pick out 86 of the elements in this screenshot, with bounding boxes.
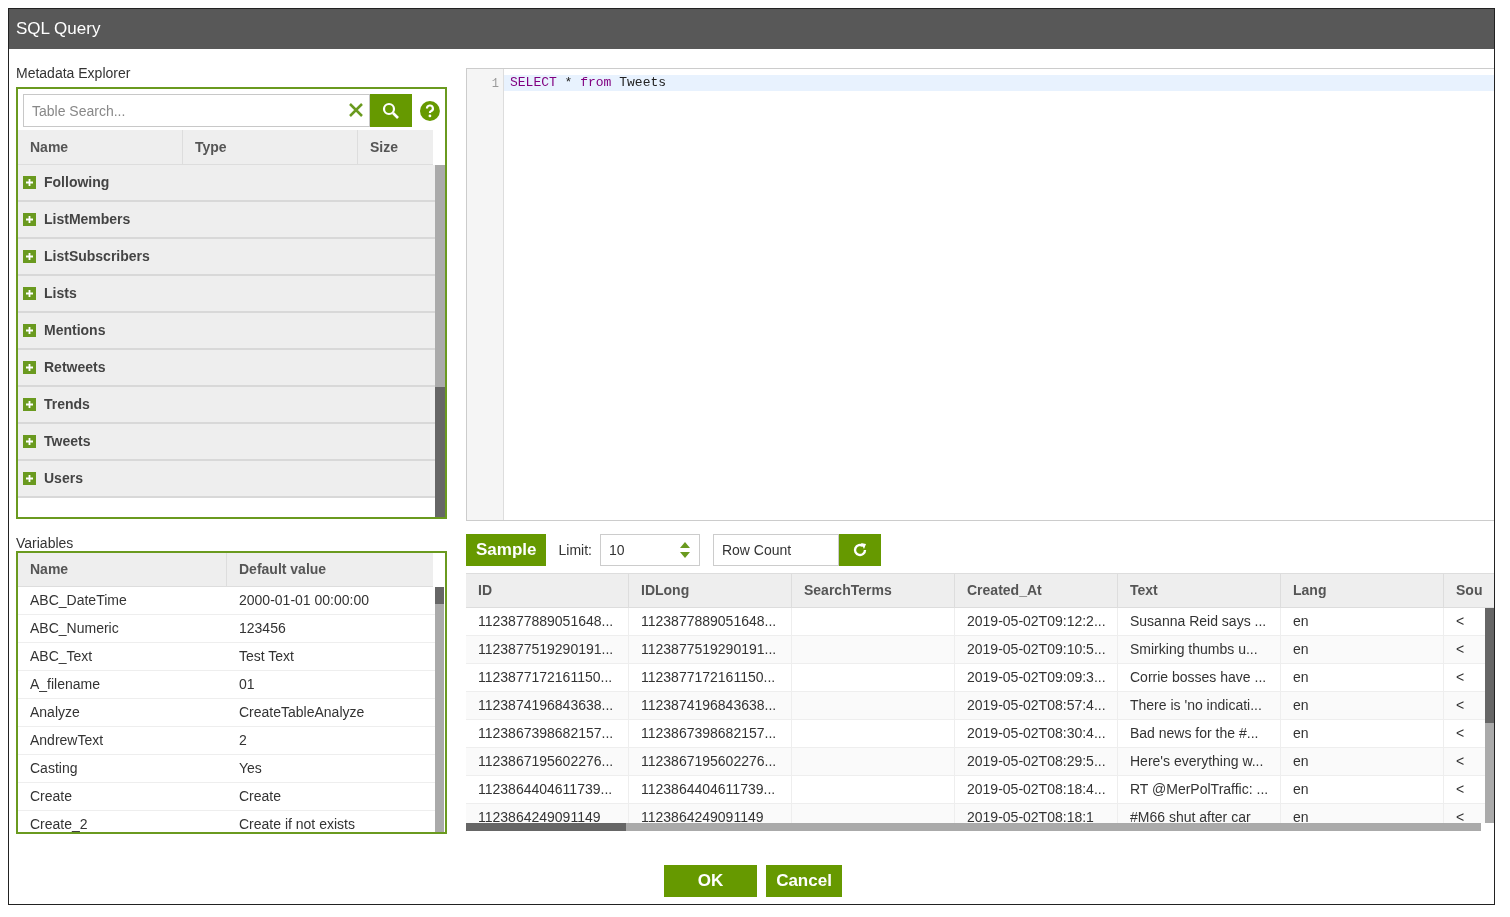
- table-cell: 1123867195602276...: [466, 747, 629, 776]
- cancel-button[interactable]: Cancel: [766, 865, 842, 897]
- table-cell-text: Analyze: [29, 703, 81, 722]
- column-header[interactable]: Type: [183, 130, 358, 164]
- table-cell: en: [1281, 691, 1444, 720]
- table-cell: 1123877519290191...: [629, 635, 792, 664]
- table-cell: en: [1281, 608, 1444, 636]
- table-cell: 1123877519290191...: [466, 635, 629, 664]
- line-number: 1: [490, 76, 500, 91]
- table-cell-text: 01: [238, 675, 256, 694]
- table-cell-text: CreateTableAnalyze: [238, 703, 366, 722]
- table-cell: There is 'no indicati...: [1118, 691, 1281, 720]
- table-cell: 2019-05-02T09:10:5...: [955, 635, 1118, 664]
- search-field[interactable]: Table Search...: [23, 94, 371, 127]
- table-cell: en: [1281, 635, 1444, 664]
- table-cell-text: AndrewText: [29, 731, 105, 750]
- table-cell: 2019-05-02T08:57:4...: [955, 691, 1118, 720]
- table-cell-text: ABC_DateTime: [29, 591, 128, 610]
- table-cell: Here's everything w...: [1118, 747, 1281, 776]
- table-cell: 1123867398682157...: [629, 719, 792, 748]
- table-cell: 2019-05-02T08:30:4...: [955, 719, 1118, 748]
- table-cell-text: Create_2: [29, 815, 89, 832]
- tree-row[interactable]: Tweets: [18, 424, 435, 461]
- table-cell: Bad news for the #...: [1118, 719, 1281, 748]
- table-cell-text: ABC_Numeric: [29, 619, 120, 638]
- table-cell-text: Create: [238, 787, 283, 806]
- table-cell: en: [1281, 747, 1444, 776]
- table-cell-text: 123456: [238, 619, 287, 638]
- window-title: SQL Query: [16, 18, 101, 41]
- table-cell: Susanna Reid says ...: [1118, 608, 1281, 636]
- code-editor[interactable]: 1 SELECT * from Tweets: [466, 68, 1494, 521]
- table-cell: 1123864404611739...: [466, 775, 629, 804]
- tree-row[interactable]: Lists: [18, 276, 435, 313]
- table-cell-text: 2: [238, 731, 248, 750]
- column-header[interactable]: Name: [18, 553, 227, 586]
- tree-row[interactable]: Retweets: [18, 350, 435, 387]
- table-cell: Smirking thumbs u...: [1118, 635, 1281, 664]
- column-header[interactable]: Text: [1118, 574, 1281, 607]
- column-header[interactable]: ID: [466, 574, 629, 607]
- column-header[interactable]: Created_At: [955, 574, 1118, 607]
- tree-row[interactable]: Users: [18, 461, 435, 498]
- limit-spinner[interactable]: 10: [599, 534, 700, 566]
- section-label: Variables: [16, 534, 75, 551]
- table-cell: 1123867195602276...: [629, 747, 792, 776]
- ok-button[interactable]: OK: [664, 865, 757, 897]
- table-cell: 2019-05-02T09:12:2...: [955, 608, 1118, 636]
- tree-row[interactable]: ListMembers: [18, 202, 435, 239]
- table-cell: 2019-05-02T08:29:5...: [955, 747, 1118, 776]
- table-cell: 2019-05-02T08:18:4...: [955, 775, 1118, 804]
- table-cell: 1123877889051648...: [629, 608, 792, 636]
- tree-row[interactable]: Trends: [18, 387, 435, 424]
- table-cell: 1123877889051648...: [466, 608, 629, 636]
- tree-row[interactable]: ListSubscribers: [18, 239, 435, 276]
- table-cell-text: Yes: [238, 759, 263, 778]
- column-header[interactable]: Lang: [1281, 574, 1444, 607]
- sample-button[interactable]: Sample: [466, 534, 547, 566]
- table-cell: RT @MerPolTraffic: ...: [1118, 775, 1281, 804]
- column-header[interactable]: Size: [358, 130, 433, 164]
- column-header[interactable]: IDLong: [629, 574, 792, 607]
- section-label: Metadata Explorer: [16, 64, 132, 81]
- table-cell-text: 2000-01-01 00:00:00: [238, 591, 370, 610]
- column-header[interactable]: Name: [18, 130, 183, 164]
- table-cell-text: A_filename: [29, 675, 102, 694]
- table-cell-text: Create if not exists: [238, 815, 356, 832]
- table-cell-text: Test Text: [238, 647, 295, 666]
- table-cell: 2019-05-02T09:09:3...: [955, 663, 1118, 692]
- table-cell: 1123874196843638...: [466, 691, 629, 720]
- table-cell: 1123877172161150...: [629, 663, 792, 692]
- table-cell: 1123867398682157...: [466, 719, 629, 748]
- column-header[interactable]: SearchTerms: [792, 574, 955, 607]
- limit-label: Limit:: [558, 540, 592, 560]
- table-cell-text: Create: [29, 787, 74, 806]
- table-cell-text: Casting: [29, 759, 79, 778]
- tree-row[interactable]: Following: [18, 165, 435, 202]
- column-header[interactable]: Sou: [1444, 574, 1494, 607]
- tree-row[interactable]: Mentions: [18, 313, 435, 350]
- table-cell: 1123877172161150...: [466, 663, 629, 692]
- table-cell: Corrie bosses have ...: [1118, 663, 1281, 692]
- table-cell: en: [1281, 663, 1444, 692]
- table-cell: 1123874196843638...: [629, 691, 792, 720]
- table-cell: 1123864404611739...: [629, 775, 792, 804]
- row-count-field[interactable]: Row Count: [712, 534, 839, 566]
- column-header[interactable]: Default value: [227, 553, 433, 586]
- table-cell-text: ABC_Text: [29, 647, 94, 666]
- table-cell: en: [1281, 719, 1444, 748]
- table-cell: en: [1281, 775, 1444, 804]
